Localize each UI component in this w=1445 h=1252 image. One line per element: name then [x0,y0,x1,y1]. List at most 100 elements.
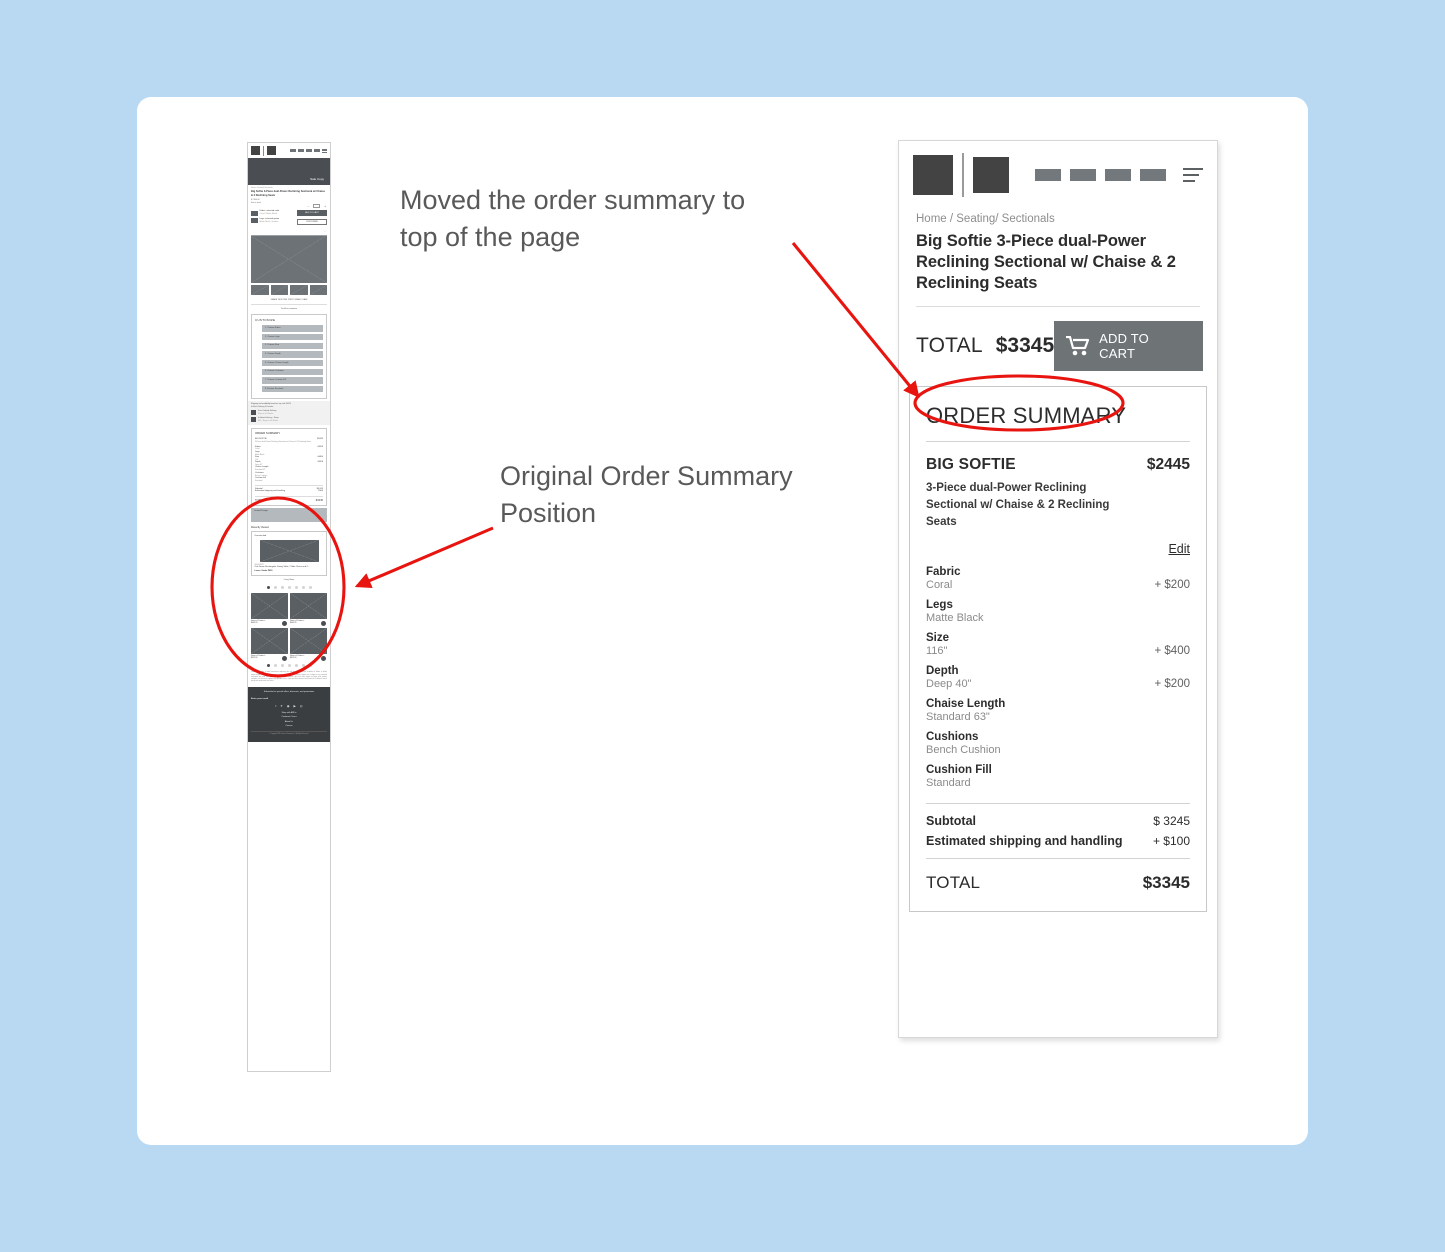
truck-icon [251,410,256,416]
shipping-option-1[interactable]: Free Curbside Delivery Ships in 4-6 Week… [251,410,327,416]
customize-step[interactable]: 4. Choose Depth [262,351,323,358]
hamburger-icon[interactable] [322,148,327,153]
carousel-dot[interactable] [308,586,312,590]
carousel-dot[interactable] [280,663,284,667]
thumbnail-1[interactable] [251,284,269,295]
product-price: $2445 [317,438,323,441]
carousel-dot[interactable] [273,586,277,590]
swatch-badge-icon[interactable] [282,655,287,661]
product-card[interactable]: Name of Product... $619.99 [290,627,327,661]
product-card[interactable]: Name of Product... $449.99 [251,592,288,626]
logo-block-2-icon[interactable] [973,157,1009,193]
shipping-value: $100 [318,490,323,493]
nav-item-3[interactable] [1105,169,1131,181]
option-fabric: Fabric Coral + $200 [926,566,1190,591]
footer-link[interactable]: Careers [251,725,327,728]
grand-total-label: TOTAL [926,873,981,893]
favorite-heart-icon[interactable]: ♡ [248,228,330,234]
nav-item-4[interactable] [1140,169,1166,181]
carousel-dots-2[interactable] [248,661,330,669]
nav-items[interactable] [290,148,327,153]
option-legs[interactable]: Legs: selected option Matte Black / leat… [251,218,295,224]
option-surcharge: + $400 [1154,645,1191,658]
share-line[interactable]: SHARE THIS ITEM: PRINT / EMAIL / SAVE [248,297,330,304]
customize-step[interactable]: 3. Choose Size [262,342,323,350]
carousel-dot[interactable] [301,586,305,590]
option-add: +$200 [317,461,323,464]
product-card[interactable]: Name of Product... $619.99 [251,627,288,661]
recently-viewed-card[interactable]: Overstocked ♡ SE-924078 Oak Grove Rectan… [251,531,327,577]
nav-item-2[interactable] [298,149,304,152]
nav-item-1[interactable] [290,149,296,152]
customize-step[interactable]: 6. Choose Cushions [262,368,323,376]
favorite-heart-icon-2[interactable]: ♡ [322,535,324,538]
thumbnail-4[interactable] [309,284,327,295]
swatch-badge-icon[interactable] [321,620,326,626]
divider [926,441,1190,443]
carousel-dot[interactable] [308,663,312,667]
footer-link[interactable]: Shop with ARF ▾ [251,712,327,715]
pinterest-icon[interactable]: ◉ [287,704,290,708]
cta-band[interactable]: Limited Design [251,508,327,523]
add-to-cart-label: ADD TO CART [1099,331,1149,362]
shipping-option-2[interactable]: In-Home Delivery + Setup $99 - Ships in … [251,417,327,423]
customize-step[interactable]: 2. Choose Legs [262,333,323,341]
customize-step[interactable]: 1. Choose Fabric [262,325,323,332]
customize-step[interactable]: 5. Choose Chaise Length [262,359,323,367]
total-label: TOTAL [916,334,983,358]
breadcrumb[interactable]: Home / Seating/ Sectionals [899,203,1217,227]
edit-link[interactable]: Edit [1168,542,1190,556]
thumbnail-3[interactable] [290,284,308,295]
footer-link[interactable]: Customer Care ▾ [251,716,327,719]
carousel-dot[interactable] [287,663,291,667]
thumbnail-2[interactable] [270,284,288,295]
swatch-badge-icon[interactable] [321,655,326,661]
nav-item-4[interactable] [314,149,320,152]
nav-item-1[interactable] [1035,169,1061,181]
product-card[interactable]: Name of Product... $449.99 [290,592,327,626]
product-hero-image[interactable] [251,234,327,283]
overstocked-badge: Overstocked [254,534,267,537]
carousel-dot[interactable] [301,663,305,667]
add-to-cart-button[interactable]: ADD TO CART [297,210,327,217]
recently-viewed-image[interactable] [259,539,319,562]
quantity-input[interactable] [313,204,321,209]
footer-link[interactable]: About Us [251,721,327,724]
carousel-dot-active[interactable] [266,663,270,667]
carousel-dot[interactable] [294,663,298,667]
swatch-badge-icon[interactable] [282,620,287,626]
twitter-icon[interactable]: ✈ [280,704,283,708]
divider [263,145,264,156]
nav-item-2[interactable] [1070,169,1096,181]
option-add: +$200 [317,445,323,448]
customize-step[interactable]: 8. Review Sectional [262,385,323,393]
option-name: Cushion Fill [926,764,992,777]
shipping-row: Estimated shipping and handling $100 [255,490,323,493]
customize-step[interactable]: 7. Choose Cushion Fill [262,377,323,384]
option-name: Cushions [926,731,979,744]
decrement-icon[interactable]: − [307,204,309,208]
footer-email-label[interactable]: Enter your email [251,698,327,701]
carousel-dot[interactable] [273,663,277,667]
youtube-icon[interactable]: ▶ [294,704,296,708]
carousel-dot[interactable] [287,586,291,590]
option-fabric[interactable]: Fabric: selected color Coral / Matte Bla… [251,210,295,216]
carousel-dot-active[interactable] [266,586,270,590]
shipping-value: + $100 [1152,834,1190,849]
wireframe-navbar[interactable] [248,143,330,158]
nav-item-3[interactable] [306,149,312,152]
customize-button[interactable]: CUSTOMIZE [297,219,327,226]
carousel-dot[interactable] [294,586,298,590]
hamburger-icon[interactable] [1183,168,1203,182]
carousel-dots[interactable] [248,584,330,592]
product-thumbnails[interactable] [248,284,330,297]
option-size: Size 116" + $400 [926,632,1190,657]
add-to-cart-button[interactable]: ADD TO CART [1054,321,1203,372]
instagram-icon[interactable]: ◎ [300,704,303,708]
footer-social-icons[interactable]: f ✈ ◉ ▶ ◎ [251,704,327,708]
logo-block-icon[interactable] [913,155,953,195]
product-grid-row-2: Name of Product... $619.99 Name of Produc… [248,627,330,662]
carousel-dot[interactable] [280,586,284,590]
facebook-icon[interactable]: f [276,704,277,708]
increment-icon[interactable]: + [324,204,326,208]
